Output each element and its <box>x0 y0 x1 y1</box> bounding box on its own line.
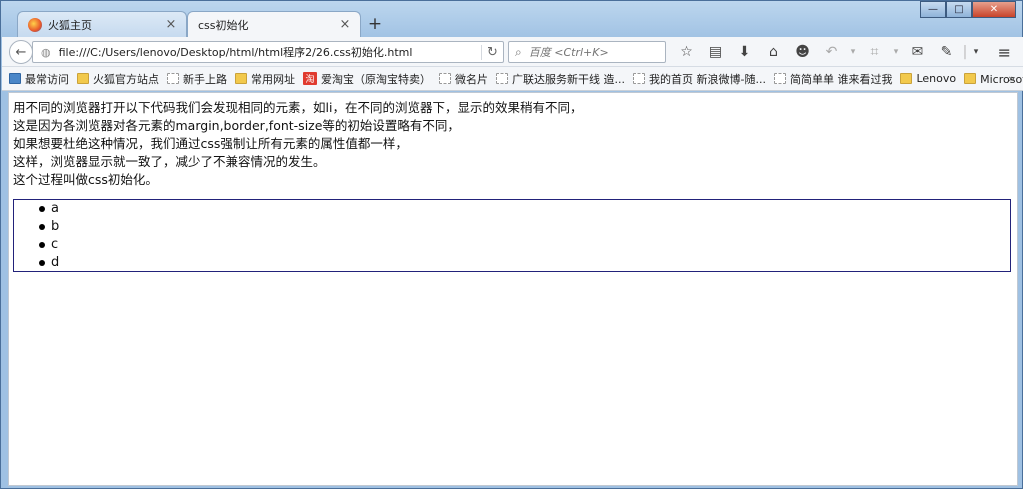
url-input[interactable] <box>56 44 481 60</box>
bookmark-lenovo[interactable]: Lenovo <box>900 72 956 85</box>
tools-icon[interactable]: ✎ <box>932 42 961 62</box>
page-icon <box>167 73 179 84</box>
tab-title: 火狐主页 <box>48 18 92 32</box>
chat-icon[interactable]: ☻ <box>788 42 817 62</box>
bookmark-label: 新手上路 <box>183 72 227 86</box>
bookmark-label: 常用网址 <box>251 72 295 86</box>
separator: | <box>962 44 968 60</box>
new-tab-button[interactable]: + <box>365 14 385 34</box>
list-item: d <box>39 254 1010 272</box>
bookmark-visitors[interactable]: 简简单单 谁来看过我 <box>773 71 893 87</box>
page-icon <box>633 73 645 84</box>
firefox-icon <box>28 17 42 32</box>
bookmark-common-sites[interactable]: 常用网址 <box>235 71 295 87</box>
folder-icon <box>900 73 913 84</box>
bookmark-aitaobao[interactable]: 淘 爱淘宝（原淘宝特卖） <box>303 71 431 87</box>
bookmark-glodon[interactable]: 广联达服务新干线 造... <box>496 71 625 87</box>
toolbar-icons: ☆ ▤ ⬇ ⌂ ☻ ↶ ▾ ⌗ ▾ ✉ ✎ | ▾ <box>672 42 983 62</box>
tab-strip: 火狐主页 × css初始化 × + — □ ✕ <box>1 1 1022 37</box>
home-icon[interactable]: ⌂ <box>759 42 788 62</box>
minimize-button[interactable]: — <box>920 1 946 18</box>
list-item: a <box>39 200 1010 218</box>
window-controls: — □ ✕ <box>920 1 1016 18</box>
taobao-icon: 淘 <box>303 72 317 85</box>
bookmark-label: 火狐官方站点 <box>93 72 159 86</box>
bookmark-firefox-sites[interactable]: 火狐官方站点 <box>77 71 159 87</box>
tab-css-init[interactable]: css初始化 × <box>187 11 361 37</box>
reading-list-icon[interactable]: ▤ <box>701 42 730 62</box>
search-input[interactable] <box>526 44 657 60</box>
chevron-down-icon[interactable]: ▾ <box>846 42 860 62</box>
menu-icon[interactable]: ≡ <box>998 43 1011 62</box>
browser-window: 火狐主页 × css初始化 × + — □ ✕ ← ◍ ↻ ⌕ ☆ ▤ ⬇ ⌂ <box>0 0 1023 489</box>
intro-paragraph: 用不同的浏览器打开以下代码我们会发现相同的元素，如li，在不同的浏览器下，显示的… <box>13 99 1017 189</box>
list-item: c <box>39 236 1010 254</box>
text-line: 这是因为各浏览器对各元素的margin,border,font-size等的初始… <box>13 118 460 133</box>
text-line: 如果想要杜绝这种情况，我们通过css强制让所有元素的属性值都一样， <box>13 136 408 151</box>
bookmark-label: 广联达服务新干线 造... <box>512 72 625 86</box>
url-bar[interactable]: ◍ ↻ <box>32 41 504 63</box>
bookmark-label: 简简单单 谁来看过我 <box>789 72 893 86</box>
page-content: 用不同的浏览器打开以下代码我们会发现相同的元素，如li，在不同的浏览器下，显示的… <box>8 92 1018 486</box>
list-item: b <box>39 218 1010 236</box>
undo-icon[interactable]: ↶ <box>817 42 846 62</box>
bookmark-label: 微名片 <box>455 72 488 86</box>
folder-icon <box>235 73 247 84</box>
page-icon <box>773 73 786 84</box>
page-icon <box>439 73 451 84</box>
navigation-bar: ← ◍ ↻ ⌕ ☆ ▤ ⬇ ⌂ ☻ ↶ ▾ ⌗ ▾ ✉ ✎ | ▾ ≡ <box>2 37 1023 67</box>
bullet-list: a b c d <box>14 200 1010 272</box>
bookmark-label: 最常访问 <box>25 72 69 86</box>
tab-title: css初始化 <box>198 18 249 32</box>
bookmark-weimingpian[interactable]: 微名片 <box>439 71 488 87</box>
bookmark-most-visited[interactable]: 最常访问 <box>9 71 69 87</box>
bordered-list-box: a b c d <box>13 199 1011 272</box>
folder-icon <box>77 73 89 84</box>
back-button[interactable]: ← <box>9 40 33 64</box>
page-icon <box>496 73 508 84</box>
text-line: 用不同的浏览器打开以下代码我们会发现相同的元素，如li，在不同的浏览器下，显示的… <box>13 100 583 115</box>
bookmarks-bar: 最常访问 火狐官方站点 新手上路 常用网址 淘 爱淘宝（原淘宝特卖） 微名片 广… <box>2 67 1023 91</box>
comment-icon[interactable]: ✉ <box>903 42 932 62</box>
reload-icon[interactable]: ↻ <box>481 44 503 60</box>
bookmark-label: Lenovo <box>916 72 957 85</box>
star-icon[interactable]: ☆ <box>672 42 701 62</box>
folder-icon <box>964 73 977 84</box>
download-icon[interactable]: ⬇ <box>730 42 759 62</box>
globe-icon: ◍ <box>41 45 51 59</box>
chevron-down-icon[interactable]: ▾ <box>969 42 983 62</box>
bookmark-label: Microsoft 网站 <box>980 72 1023 86</box>
close-tab-icon[interactable]: × <box>164 17 178 32</box>
text-line: 这样，浏览器显示就一致了，减少了不兼容情况的发生。 <box>13 154 326 169</box>
crop-icon[interactable]: ⌗ <box>860 42 889 62</box>
search-icon: ⌕ <box>515 44 522 59</box>
close-tab-icon[interactable]: × <box>338 17 352 32</box>
bookmark-getting-started[interactable]: 新手上路 <box>167 71 227 87</box>
text-line: 这个过程叫做css初始化。 <box>13 172 158 187</box>
bookmarks-overflow-icon[interactable]: » <box>1008 72 1015 85</box>
search-bar[interactable]: ⌕ <box>508 41 666 63</box>
bookmark-label: 我的首页 新浪微博-随... <box>649 72 766 86</box>
bookmark-star-icon <box>9 73 21 84</box>
maximize-button[interactable]: □ <box>946 1 972 18</box>
bookmark-weibo[interactable]: 我的首页 新浪微博-随... <box>633 71 766 87</box>
tab-firefox-home[interactable]: 火狐主页 × <box>17 11 187 37</box>
bookmark-label: 爱淘宝（原淘宝特卖） <box>321 72 431 86</box>
close-window-button[interactable]: ✕ <box>972 1 1016 18</box>
chevron-down-icon[interactable]: ▾ <box>889 42 903 62</box>
